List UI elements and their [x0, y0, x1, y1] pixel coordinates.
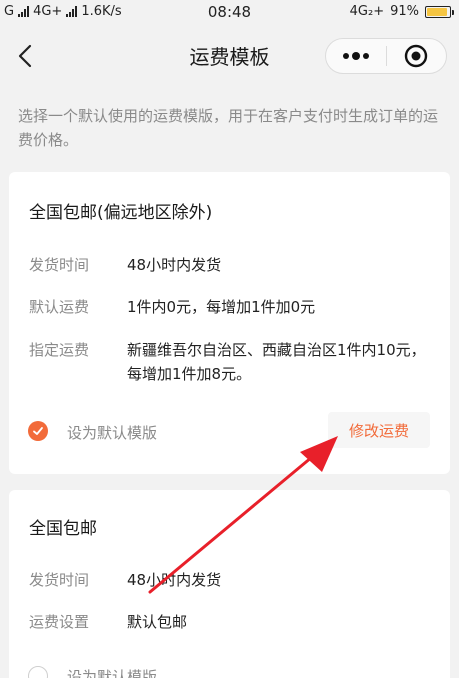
template-title: 全国包邮(偏远地区除外) — [29, 203, 213, 223]
row-label: 默认运费 — [29, 298, 90, 316]
status-bar: G 4G+ 1.6K/s 08:48 4G₂+ 91% — [0, 0, 459, 26]
intro-text: 选择一个默认使用的运费模版，用于在客户支付时生成订单的运费价格。 — [18, 107, 439, 149]
more-button[interactable] — [326, 39, 386, 73]
battery-icon — [425, 5, 454, 18]
row-value: 48小时内发货 — [127, 571, 222, 589]
battery-percent: 91% — [390, 4, 419, 19]
edit-freight-button[interactable]: 修改运费 — [328, 412, 430, 448]
row-label: 发货时间 — [29, 571, 90, 589]
row-value: 1件内0元，每增加1件加0元 — [127, 298, 316, 316]
default-label: 设为默认模版 — [67, 668, 158, 678]
template-title: 全国包邮 — [29, 519, 97, 539]
more-dots-icon — [342, 52, 369, 60]
default-checkbox[interactable] — [28, 421, 48, 441]
template-card: 全国包邮(偏远地区除外) 发货时间 48小时内发货 默认运费 1件内0元，每增加… — [9, 172, 450, 474]
default-checkbox[interactable] — [28, 666, 48, 678]
row-value: 48小时内发货 — [127, 256, 222, 274]
status-right: 4G₂+ 91% — [349, 4, 454, 19]
mini-program-capsule — [325, 38, 447, 74]
nav-bar: 运费模板 — [0, 26, 459, 86]
template-card: 全国包邮 发货时间 48小时内发货 运费设置 默认包邮 设为默认模版 — [9, 490, 450, 678]
row-value: 新疆维吾尔自治区、西藏自治区1件内10元，每增加1件加8元。 — [127, 341, 426, 383]
check-icon — [33, 427, 43, 435]
row-label: 运费设置 — [29, 613, 90, 631]
row-label: 发货时间 — [29, 256, 90, 274]
row-label: 指定运费 — [29, 341, 90, 359]
target-circle-icon — [405, 44, 428, 68]
default-label: 设为默认模版 — [67, 424, 158, 442]
row-value: 默认包邮 — [127, 613, 188, 631]
close-mini-program-button[interactable] — [387, 39, 447, 73]
freight-template-page: G 4G+ 1.6K/s 08:48 4G₂+ 91% 运费模板 选择一个默认使… — [0, 0, 459, 678]
network-label-right: 4G₂+ — [349, 4, 385, 19]
battery-fill — [427, 7, 448, 16]
